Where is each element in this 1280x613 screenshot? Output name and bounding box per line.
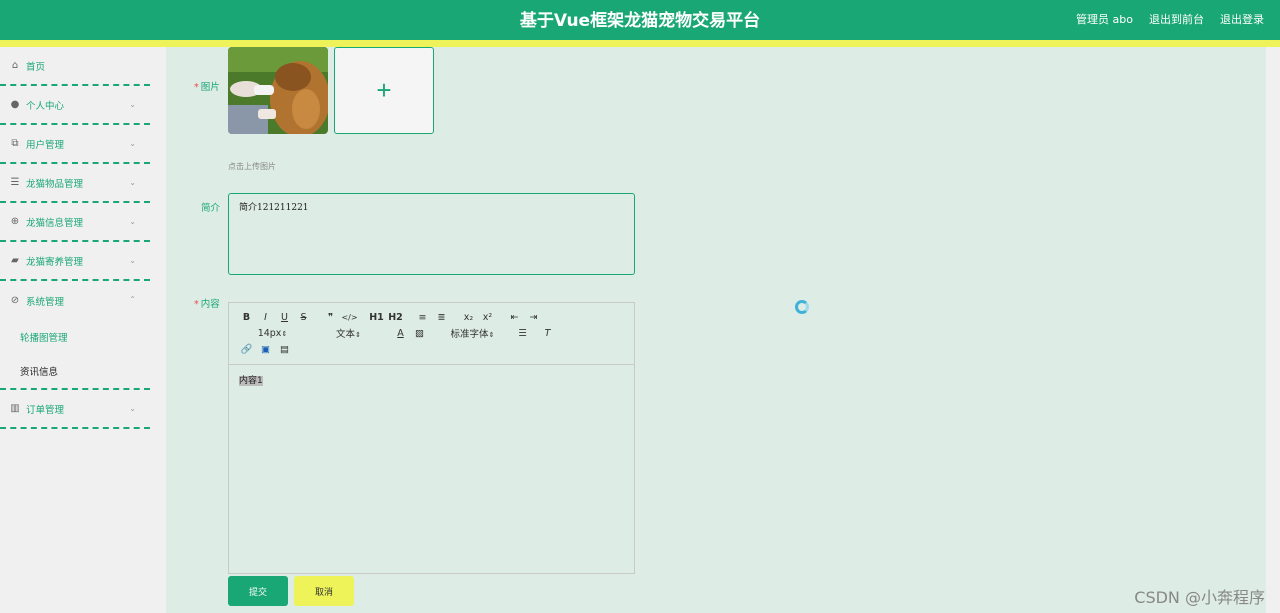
sidebar-item-label: 个人中心 <box>26 100 65 112</box>
logout-link[interactable]: 退出登录 <box>1220 11 1264 27</box>
upload-hint: 点击上传图片 <box>228 162 276 171</box>
blockquote-button[interactable]: ❞ <box>321 312 340 323</box>
loading-spinner-icon <box>795 300 809 314</box>
editor-content-text: 内容1 <box>239 376 263 386</box>
top-header: 基于Vue框架龙猫宠物交易平台 管理员 abo 退出到前台 退出登录 <box>0 0 1280 40</box>
toolbar-row-insert: 🔗 ▣ ▤ <box>237 341 626 357</box>
intro-label: 简介 <box>201 203 221 214</box>
exit-to-frontend-link[interactable]: 退出到前台 <box>1149 11 1204 27</box>
toolbar-row-style: 14px⇕ 文本⇕ A ▨ 标准字体⇕ ☰ T <box>237 325 626 341</box>
image-label: * 图片 <box>194 82 220 93</box>
upload-image-button[interactable]: + <box>334 47 434 134</box>
copy-icon: ⧉ <box>11 137 19 149</box>
intro-textarea[interactable]: 简介121211221 <box>228 193 635 275</box>
chevron-down-icon: ⌄ <box>129 100 136 109</box>
sidebar-item-goods-management[interactable]: ☰ 龙猫物品管理 ⌄ <box>0 164 150 203</box>
sidebar-item-info-management[interactable]: ⊕ 龙猫信息管理 ⌄ <box>0 203 150 242</box>
sliders-icon: ☰ <box>10 176 20 188</box>
editor-toolbar: B I U S ❞ </> H1 H2 ≡ ≣ x₂ x² ⇤ ⇥ 14px⇕ <box>229 303 634 365</box>
header-stripe <box>0 40 1280 47</box>
submenu-item-carousel[interactable]: 轮播图管理 <box>0 320 150 354</box>
sidebar-item-label: 订单管理 <box>26 404 65 416</box>
uploaded-image-thumbnail[interactable] <box>228 47 328 134</box>
chevron-down-icon: ⌄ <box>129 404 136 413</box>
font-family-select[interactable]: 标准字体⇕ <box>437 326 505 340</box>
chevron-down-icon: ⌄ <box>129 256 136 265</box>
sidebar-item-foster-management[interactable]: ▰ 龙猫寄养管理 ⌄ <box>0 242 150 281</box>
cancel-button[interactable]: 取消 <box>294 576 354 606</box>
sidebar-item-order-management[interactable]: ▥ 订单管理 ⌄ <box>0 390 150 429</box>
bold-button[interactable]: B <box>237 312 256 323</box>
sidebar-item-label: 龙猫信息管理 <box>26 217 84 229</box>
chevron-down-icon: ⌄ <box>129 178 136 187</box>
admin-user-link[interactable]: 管理员 abo <box>1076 11 1133 27</box>
submenu-item-news[interactable]: 资讯信息 <box>0 354 150 388</box>
sidebar: ⌂ 首页 ● 个人中心 ⌄ ⧉ 用户管理 ⌄ ☰ 龙猫物品管理 ⌄ ⊕ 龙猫信息… <box>0 47 150 613</box>
home-icon: ⌂ <box>11 59 19 71</box>
rich-text-editor[interactable]: B I U S ❞ </> H1 H2 ≡ ≣ x₂ x² ⇤ ⇥ 14px⇕ <box>228 302 635 574</box>
sidebar-item-label: 系统管理 <box>26 296 65 308</box>
superscript-button[interactable]: x² <box>478 312 497 323</box>
text-style-select[interactable]: 文本⇕ <box>313 326 381 340</box>
updown-icon: ⇕ <box>281 329 288 338</box>
code-block-button[interactable]: </> <box>340 313 359 322</box>
pet-photo <box>228 47 328 134</box>
main-content: * 图片 + 点击上传图片 简介 简介121211221 * 内容 B I U S <box>166 47 1266 613</box>
chevron-down-icon: ⌄ <box>129 139 136 148</box>
updown-icon: ⇕ <box>355 331 361 339</box>
editor-body[interactable]: 内容1 <box>229 365 634 394</box>
sidebar-item-home[interactable]: ⌂ 首页 <box>0 47 150 86</box>
header1-button[interactable]: H1 <box>367 312 386 323</box>
system-submenu: 轮播图管理 资讯信息 <box>0 320 150 390</box>
font-size-select[interactable]: 14px⇕ <box>237 328 305 339</box>
sidebar-item-system-management[interactable]: ⊘ 系统管理 ⌃ <box>0 281 150 320</box>
background-color-icon[interactable]: ▨ <box>410 328 429 339</box>
indent-button[interactable]: ⇥ <box>524 312 543 323</box>
align-icon[interactable]: ☰ <box>513 328 532 339</box>
sidebar-item-label: 龙猫寄养管理 <box>26 256 84 268</box>
submit-button[interactable]: 提交 <box>228 576 288 606</box>
subscript-button[interactable]: x₂ <box>459 312 478 323</box>
compass-icon: ⊘ <box>10 294 20 306</box>
updown-icon: ⇕ <box>488 331 495 339</box>
watermark: CSDN @小奔程序 <box>1134 588 1265 607</box>
suitcase-icon: ▰ <box>11 254 19 266</box>
header-links: 管理员 abo 退出到前台 退出登录 <box>1076 11 1264 27</box>
content-label: * 内容 <box>194 299 220 310</box>
image-icon[interactable]: ▣ <box>256 344 275 355</box>
sidebar-item-personal-center[interactable]: ● 个人中心 ⌄ <box>0 86 150 125</box>
ordered-list-button[interactable]: ≡ <box>413 312 432 323</box>
clear-format-icon[interactable]: T <box>538 328 557 339</box>
bullet-list-button[interactable]: ≣ <box>432 312 451 323</box>
outdent-button[interactable]: ⇤ <box>505 312 524 323</box>
aim-icon: ⊕ <box>10 215 20 227</box>
video-icon[interactable]: ▤ <box>275 344 294 355</box>
user-icon: ● <box>10 98 20 110</box>
sidebar-item-label: 用户管理 <box>26 139 65 151</box>
italic-button[interactable]: I <box>256 312 275 323</box>
header2-button[interactable]: H2 <box>386 312 405 323</box>
underline-button[interactable]: U <box>275 312 294 323</box>
toolbar-row-format: B I U S ❞ </> H1 H2 ≡ ≣ x₂ x² ⇤ ⇥ <box>237 309 626 325</box>
chevron-down-icon: ⌄ <box>129 217 136 226</box>
plus-icon: + <box>376 75 392 105</box>
strike-button[interactable]: S <box>294 312 313 323</box>
sidebar-item-label: 龙猫物品管理 <box>26 178 84 190</box>
chevron-up-icon: ⌃ <box>129 295 136 304</box>
chart-icon: ▥ <box>10 402 20 414</box>
sidebar-item-user-management[interactable]: ⧉ 用户管理 ⌄ <box>0 125 150 164</box>
sidebar-item-label: 首页 <box>26 61 46 73</box>
font-color-icon[interactable]: A <box>391 328 410 339</box>
link-icon[interactable]: 🔗 <box>237 344 256 355</box>
